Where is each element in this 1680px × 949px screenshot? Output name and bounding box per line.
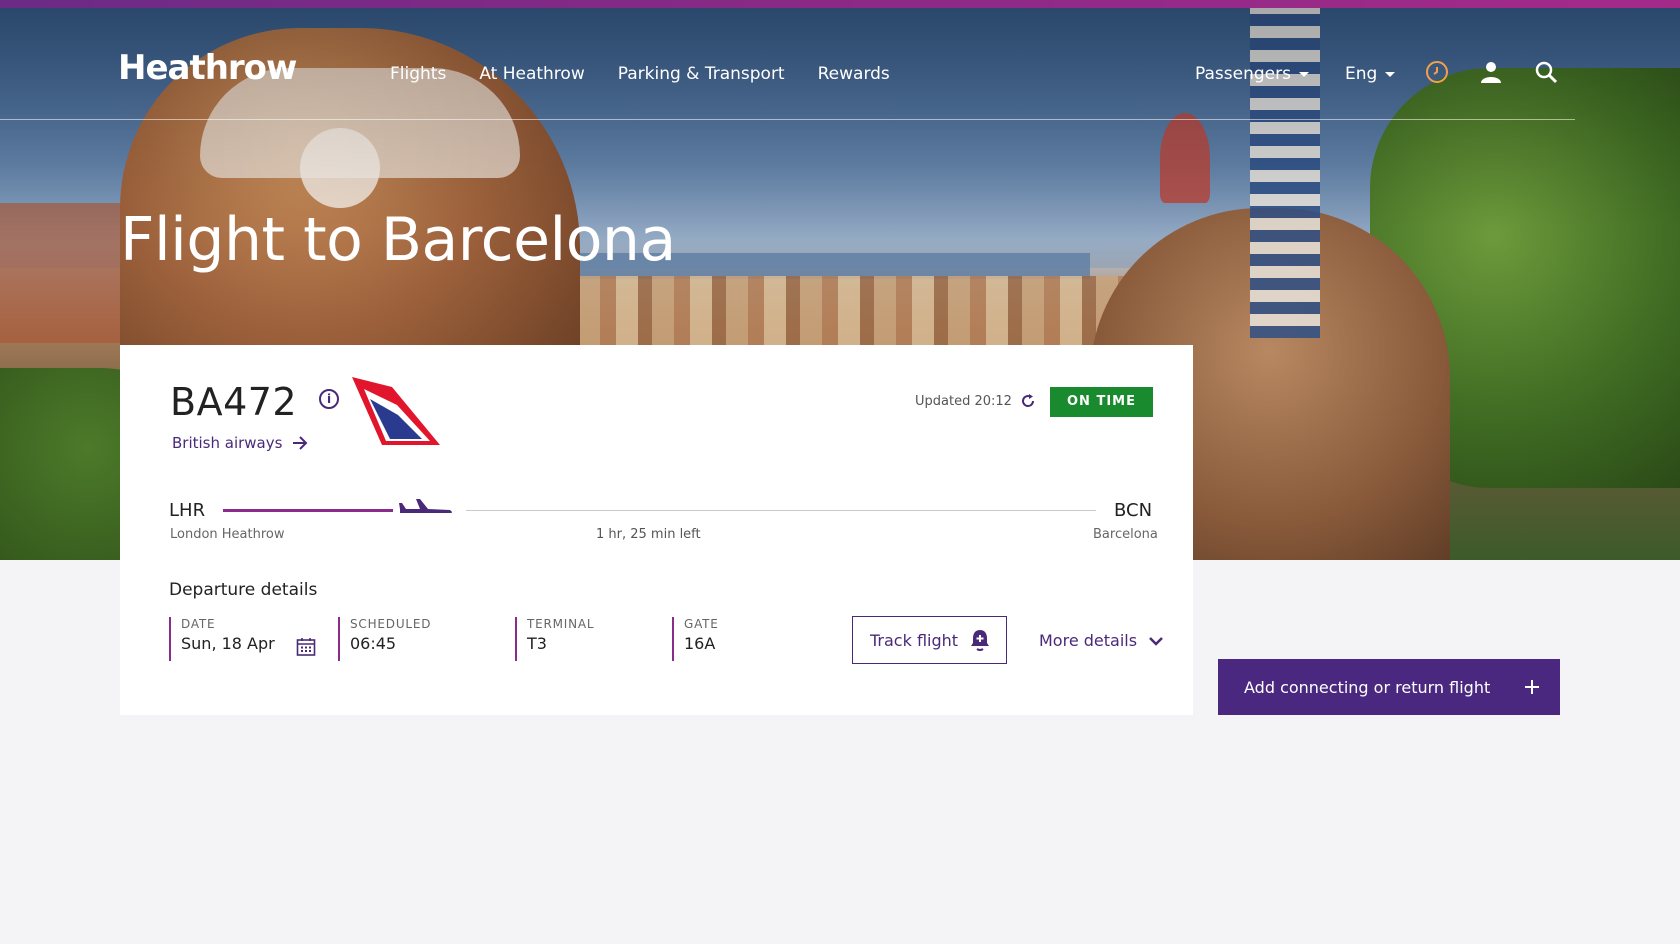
gate-value: 16A (684, 634, 716, 653)
scheduled-label: SCHEDULED (350, 617, 432, 631)
page-title: Flight to Barcelona (120, 205, 676, 275)
updated-time: Updated 20:12 (915, 393, 1012, 409)
user-icon[interactable] (1479, 60, 1503, 84)
bell-plus-icon (971, 630, 989, 651)
info-icon[interactable]: i (319, 389, 339, 409)
add-connecting-flight-button[interactable]: Add connecting or return flight (1218, 659, 1560, 715)
language-dropdown[interactable]: Eng (1344, 64, 1396, 84)
chevron-down-icon (1298, 71, 1309, 77)
origin-name: London Heathrow (170, 527, 285, 542)
status-badge: ON TIME (1050, 387, 1153, 417)
top-accent-strip (0, 0, 1680, 8)
nav-link-rewards[interactable]: Rewards (818, 64, 890, 84)
heathrow-logo[interactable]: Heathrow (118, 48, 297, 88)
arrow-right-icon (293, 436, 308, 450)
refresh-icon[interactable] (1020, 393, 1036, 409)
nav-divider (0, 119, 1575, 120)
airline-name: British airways (172, 434, 283, 452)
airline-link[interactable]: British airways (172, 434, 308, 452)
airplane-icon (399, 499, 452, 513)
more-details-label: More details (1039, 631, 1138, 650)
airline-tailfin-logo (352, 377, 440, 445)
nav-link-at-heathrow[interactable]: At Heathrow (479, 64, 584, 84)
origin-code: LHR (169, 500, 206, 521)
departure-scheduled: SCHEDULED 06:45 (338, 617, 488, 661)
main-nav-links: Flights At Heathrow Parking & Transport … (390, 64, 890, 84)
track-flight-label: Track flight (870, 630, 959, 650)
chevron-down-icon (1149, 636, 1163, 646)
gate-label: GATE (684, 617, 719, 631)
add-connecting-label: Add connecting or return flight (1244, 677, 1491, 697)
flight-number: BA472 (170, 380, 298, 424)
nav-link-flights[interactable]: Flights (390, 64, 446, 84)
flight-progress-bar (223, 509, 393, 512)
top-navigation: Heathrow Flights At Heathrow Parking & T… (0, 8, 1680, 120)
departure-terminal: TERMINAL T3 (515, 617, 645, 661)
flight-card: BA472 i British airways Updated 20:12 ON… (120, 345, 1193, 715)
nav-link-parking-transport[interactable]: Parking & Transport (618, 64, 785, 84)
calendar-icon[interactable] (296, 637, 316, 657)
date-label: DATE (181, 617, 216, 631)
destination-code: BCN (1114, 500, 1153, 521)
plus-icon (1525, 680, 1539, 694)
time-left: 1 hr, 25 min left (596, 527, 701, 542)
scheduled-value: 06:45 (350, 634, 397, 653)
destination-name: Barcelona (1093, 527, 1158, 542)
language-label: Eng (1344, 64, 1378, 84)
flight-remaining-line (466, 510, 1096, 511)
more-details-button[interactable]: More details (1039, 631, 1163, 650)
nav-utilities: Passengers Eng (1195, 64, 1431, 84)
clock-icon[interactable] (1425, 60, 1449, 84)
departure-gate: GATE 16A (672, 617, 782, 661)
track-flight-button[interactable]: Track flight (852, 616, 1007, 664)
footer-edge (0, 944, 1680, 949)
passengers-dropdown[interactable]: Passengers (1195, 64, 1309, 84)
last-updated: Updated 20:12 (915, 393, 1036, 409)
search-icon[interactable] (1534, 60, 1558, 84)
terminal-label: TERMINAL (527, 617, 595, 631)
terminal-value: T3 (527, 634, 547, 653)
chevron-down-icon (1385, 71, 1396, 77)
departure-details-heading: Departure details (169, 580, 318, 600)
passengers-label: Passengers (1195, 64, 1291, 84)
